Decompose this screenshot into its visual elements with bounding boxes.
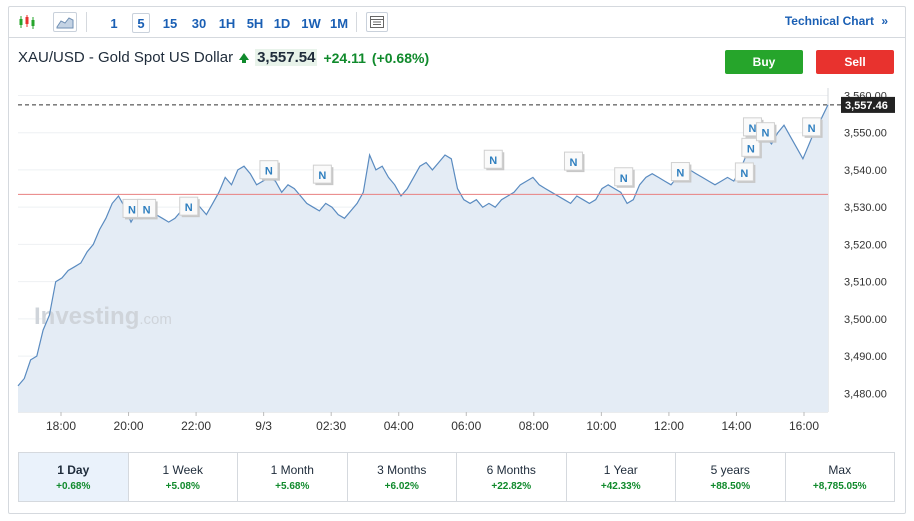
news-marker[interactable]: N: [259, 160, 280, 181]
news-marker-label: N: [265, 166, 273, 178]
x-tick-label: 08:00: [519, 419, 549, 433]
y-tick-label: 3,520.00: [844, 239, 887, 251]
y-tick-label: 3,510.00: [844, 277, 887, 289]
price-chart[interactable]: Investing.com 3,480.00 3,490.00 3,500.00 3,…: [0, 0, 914, 450]
news-marker-label: N: [128, 204, 136, 216]
news-marker[interactable]: N: [802, 117, 823, 138]
news-marker[interactable]: N: [137, 198, 158, 220]
x-tick-label: 16:00: [789, 419, 819, 433]
news-marker-label: N: [569, 157, 577, 169]
x-tick-label: 22:00: [181, 419, 211, 433]
x-tick-label: 20:00: [114, 419, 144, 433]
x-tick-label: 04:00: [384, 419, 414, 433]
x-tick-label: 18:00: [46, 419, 76, 433]
news-marker[interactable]: N: [179, 196, 200, 218]
news-marker-label: N: [620, 173, 628, 185]
y-tick-label: 3,480.00: [844, 388, 887, 400]
period-tab[interactable]: 1 Year +42.33%: [567, 453, 676, 501]
period-label: 1 Day: [57, 462, 90, 477]
x-tick-label: 14:00: [721, 419, 751, 433]
period-change: +5.08%: [165, 480, 200, 492]
x-tick-label: 06:00: [451, 419, 481, 433]
news-marker-label: N: [489, 155, 497, 167]
news-marker-label: N: [676, 168, 684, 180]
period-label: 3 Months: [377, 462, 427, 477]
period-label: 1 Month: [270, 462, 314, 477]
news-marker-label: N: [749, 123, 757, 135]
current-price-label: 3,557.46: [841, 96, 895, 113]
performance-periods: 1 Day +0.68% 1 Week +5.08% 1 Month +5.68% 3 Mo…: [18, 452, 895, 502]
period-change: +88.50%: [710, 480, 751, 492]
news-marker[interactable]: N: [312, 164, 334, 186]
price-area: [18, 104, 828, 413]
period-tab[interactable]: 6 Months +22.82%: [457, 453, 567, 501]
x-tick-label: 12:00: [654, 419, 684, 433]
x-tick-label: 9/3: [255, 419, 272, 433]
news-marker-label: N: [747, 143, 755, 155]
period-change: +5.68%: [275, 480, 310, 492]
period-tab[interactable]: Max +8,785.05%: [786, 453, 895, 501]
news-marker[interactable]: N: [483, 149, 505, 171]
current-price-value: 3,557.46: [845, 100, 888, 112]
y-tick-label: 3,500.00: [844, 314, 887, 326]
period-label: 5 years: [710, 462, 750, 477]
y-tick-label: 3,490.00: [844, 351, 887, 363]
period-label: Max: [828, 462, 852, 477]
x-tick-label: 02:30: [316, 419, 346, 433]
news-marker[interactable]: N: [670, 162, 692, 183]
news-marker-label: N: [740, 168, 748, 180]
watermark-suffix: .com: [139, 311, 172, 328]
news-marker[interactable]: N: [755, 122, 777, 143]
news-marker[interactable]: N: [563, 151, 585, 173]
period-change: +42.33%: [600, 480, 641, 492]
period-change: +6.02%: [384, 480, 419, 492]
news-marker[interactable]: N: [734, 162, 756, 183]
period-tab[interactable]: 1 Month +5.68%: [238, 453, 348, 501]
news-marker-label: N: [318, 170, 326, 182]
period-tab[interactable]: 1 Day +0.68%: [19, 453, 129, 501]
news-marker-label: N: [808, 123, 816, 135]
y-tick-label: 3,550.00: [844, 128, 887, 140]
period-tab[interactable]: 5 years +88.50%: [676, 453, 786, 501]
period-change: +0.68%: [56, 480, 91, 492]
x-tick-label: 10:00: [586, 419, 616, 433]
period-label: 1 Week: [162, 462, 203, 477]
y-tick-label: 3,540.00: [844, 165, 887, 177]
period-change: +8,785.05%: [812, 480, 867, 492]
period-change: +22.82%: [491, 480, 532, 492]
period-label: 1 Year: [603, 462, 638, 477]
period-tab[interactable]: 3 Months +6.02%: [348, 453, 457, 501]
news-marker-label: N: [761, 128, 769, 140]
period-label: 6 Months: [486, 462, 536, 477]
news-marker-label: N: [185, 202, 193, 214]
news-marker-label: N: [143, 204, 151, 216]
period-tab[interactable]: 1 Week +5.08%: [129, 453, 238, 501]
watermark-brand: Investing: [34, 303, 139, 330]
news-marker[interactable]: N: [614, 167, 635, 188]
y-tick-label: 3,530.00: [844, 202, 887, 214]
